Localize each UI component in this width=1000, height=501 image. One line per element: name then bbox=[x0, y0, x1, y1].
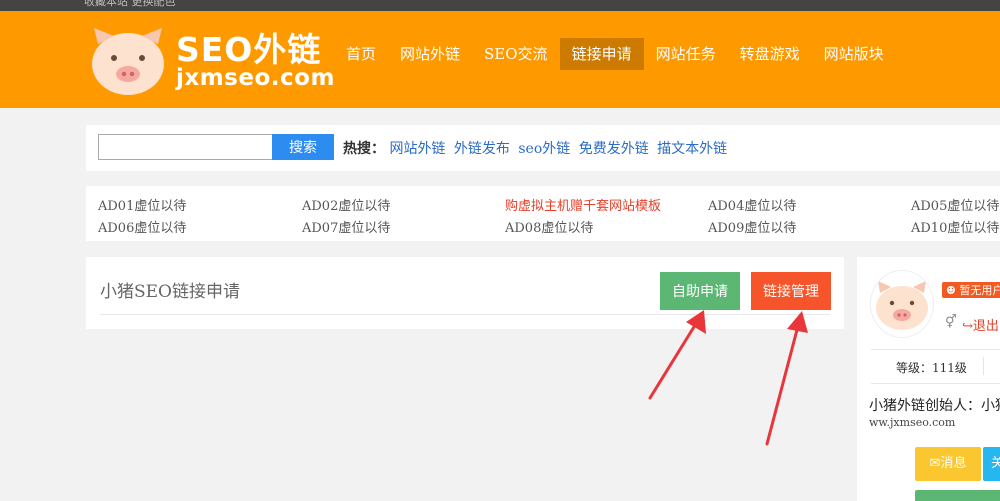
nav-wheel-game[interactable]: 转盘游戏 bbox=[728, 38, 812, 70]
ad-slot-7[interactable]: AD07虚位以待 bbox=[302, 217, 390, 236]
nav-site-links[interactable]: 网站外链 bbox=[388, 38, 472, 70]
pig-avatar-icon bbox=[876, 281, 928, 330]
ad-slot-2[interactable]: AD02虚位以待 bbox=[302, 195, 390, 214]
top-bar-links[interactable]: 收藏本站 更换配色 bbox=[84, 0, 176, 9]
ad-slot-5[interactable]: AD05虚位以待 bbox=[911, 195, 999, 214]
nav-site-tasks[interactable]: 网站任务 bbox=[644, 38, 728, 70]
search-input[interactable] bbox=[98, 134, 273, 160]
pig-logo-icon[interactable] bbox=[90, 24, 166, 96]
ad-slot-4[interactable]: AD04虚位以待 bbox=[708, 195, 796, 214]
nav-site-sections[interactable]: 网站版块 bbox=[812, 38, 896, 70]
ad-slot-3[interactable]: 购虚拟主机赠千套网站模板 bbox=[505, 195, 661, 214]
hot-searches: 热搜： 网站外链 外链发布 seo外链 免费发外链 描文本外链 bbox=[343, 138, 731, 158]
arrow-to-manage-icon bbox=[765, 311, 808, 446]
user-level: 等级：111级 bbox=[896, 361, 967, 375]
nav-home[interactable]: 首页 bbox=[334, 38, 388, 70]
main-nav: 首页 网站外链 SEO交流 链接申请 网站任务 转盘游戏 网站版块 bbox=[334, 38, 896, 70]
level-separator bbox=[983, 357, 984, 375]
ad-slot-1[interactable]: AD01虚位以待 bbox=[98, 195, 186, 214]
gender-icon: ⚥ bbox=[945, 315, 957, 330]
message-button[interactable]: ✉消息 bbox=[915, 447, 981, 481]
user-icon: ☻ bbox=[946, 284, 956, 297]
link-manage-button[interactable]: 链接管理 bbox=[751, 272, 831, 310]
hot-link-4[interactable]: 免费发外链 bbox=[579, 141, 649, 157]
site-url: ww.jxmseo.com bbox=[869, 416, 956, 429]
avatar[interactable] bbox=[871, 271, 933, 337]
panel-title: 小猪SEO链接申请 bbox=[100, 282, 240, 302]
ad-slot-8[interactable]: AD08虚位以待 bbox=[505, 217, 593, 236]
envelope-icon: ✉ bbox=[929, 456, 941, 471]
logo-domain[interactable]: jxmseo.com bbox=[176, 65, 335, 91]
ad-slot-10[interactable]: AD10虚位以待 bbox=[911, 217, 999, 236]
user-sidebar: ☻ 暂无用户 ⚥ ↪退出 等级：111级 小猪外链创始人：小猪外链 ww.jxm… bbox=[857, 257, 1000, 501]
hot-link-2[interactable]: 外链发布 bbox=[454, 141, 510, 157]
ad-slot-9[interactable]: AD09虚位以待 bbox=[708, 217, 796, 236]
nav-link-apply[interactable]: 链接申请 bbox=[559, 38, 644, 70]
top-bar: 收藏本站 更换配色 bbox=[0, 0, 1000, 11]
sidebar-divider bbox=[871, 349, 1000, 350]
user-status-badge: ☻ 暂无用户 bbox=[942, 282, 1000, 298]
hot-link-5[interactable]: 描文本外链 bbox=[657, 141, 727, 157]
logo-title[interactable]: SEO外链 bbox=[176, 23, 321, 71]
ad-slot-6[interactable]: AD06虚位以待 bbox=[98, 217, 186, 236]
logout-icon: ↪ bbox=[962, 319, 973, 334]
logout-link[interactable]: ↪退出 bbox=[962, 315, 999, 334]
search-bar: 搜索 热搜： 网站外链 外链发布 seo外链 免费发外链 描文本外链 bbox=[86, 125, 1000, 171]
nav-seo-exchange[interactable]: SEO交流 bbox=[472, 38, 560, 70]
green-button[interactable] bbox=[915, 490, 1000, 501]
ad-slots: AD01虚位以待 AD02虚位以待 购虚拟主机赠千套网站模板 AD04虚位以待 … bbox=[86, 186, 1000, 241]
founder-text: 小猪外链创始人：小猪外链 bbox=[869, 398, 1000, 414]
self-apply-button[interactable]: 自助申请 bbox=[660, 272, 740, 310]
panel-divider bbox=[100, 314, 830, 315]
follow-button[interactable]: 关注 bbox=[983, 447, 1000, 481]
search-button[interactable]: 搜索 bbox=[272, 134, 334, 160]
hot-link-3[interactable]: seo外链 bbox=[518, 141, 570, 157]
link-apply-panel: 小猪SEO链接申请 自助申请 链接管理 bbox=[86, 257, 844, 329]
hot-search-label: 热搜： bbox=[343, 141, 385, 157]
site-header: SEO外链 jxmseo.com 首页 网站外链 SEO交流 链接申请 网站任务… bbox=[0, 11, 1000, 108]
hot-link-1[interactable]: 网站外链 bbox=[389, 141, 445, 157]
sidebar-divider bbox=[871, 383, 1000, 384]
